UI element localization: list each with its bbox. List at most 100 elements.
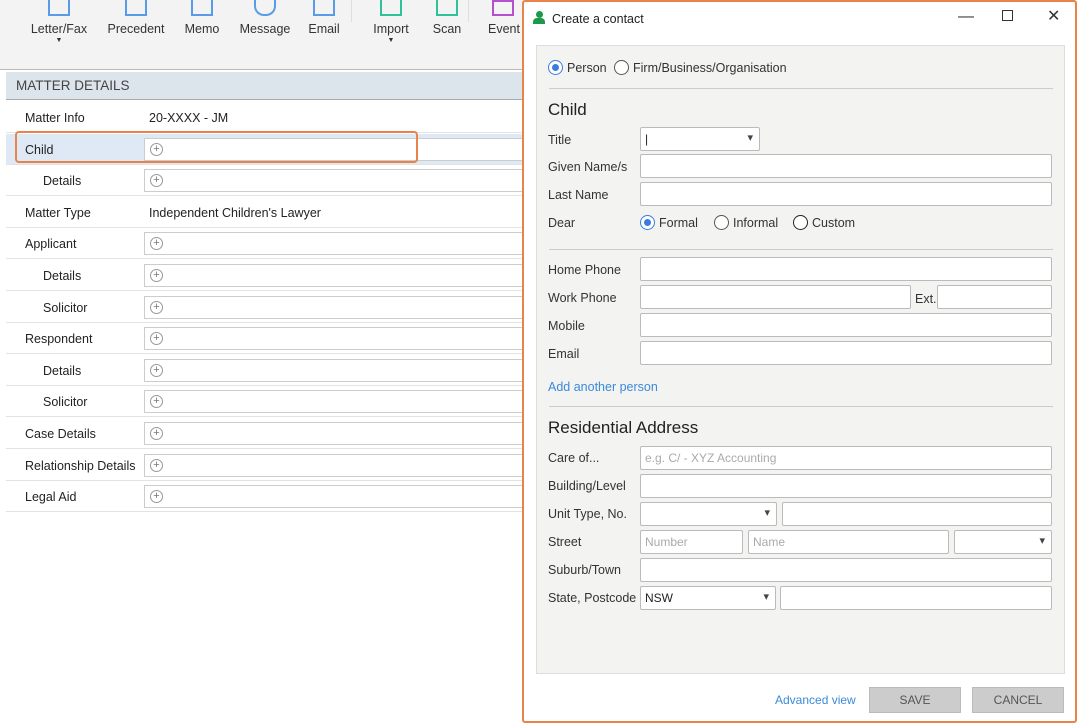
given-name-input[interactable] — [640, 154, 1052, 178]
matter-row[interactable]: Matter Type Independent Children's Lawyer — [6, 197, 530, 228]
row-label: Details — [43, 269, 82, 283]
suburb-input[interactable] — [640, 558, 1052, 582]
row-add-field[interactable]: + — [144, 390, 534, 414]
street-number-input[interactable]: Number — [640, 530, 743, 554]
matter-row[interactable]: Details + — [6, 260, 534, 291]
row-label: Details — [43, 363, 82, 378]
email-input[interactable] — [640, 341, 1052, 365]
building-input[interactable] — [640, 474, 1052, 498]
street-label: Street — [548, 535, 582, 549]
state-select[interactable]: NSW — [640, 586, 776, 610]
street-type-select[interactable] — [954, 530, 1052, 554]
dear-label: Dear — [548, 216, 576, 230]
last-name-label: Last Name — [548, 188, 609, 202]
scan-button[interactable]: Scan — [430, 0, 464, 36]
matter-row[interactable]: Respondent + — [6, 323, 534, 355]
given-name-label: Given Name/s — [548, 160, 628, 174]
street-name-input[interactable]: Name — [748, 530, 949, 554]
postcode-input[interactable] — [780, 586, 1052, 610]
unit-number-input[interactable] — [782, 502, 1052, 526]
ext-label: Ext. — [915, 292, 937, 306]
radio-icon — [614, 60, 629, 75]
dear-informal-radio[interactable]: Informal — [714, 215, 778, 230]
email-label: Email — [548, 347, 580, 361]
ext-input[interactable] — [937, 285, 1052, 309]
matter-row[interactable]: Solicitor + — [6, 292, 534, 323]
home-phone-input[interactable] — [640, 257, 1052, 281]
row-label: Matter Type — [25, 205, 91, 220]
plus-circle-icon: + — [150, 237, 163, 251]
row-add-field[interactable]: + — [144, 485, 534, 509]
row-add-field[interactable]: + — [144, 422, 534, 445]
plus-circle-icon: + — [150, 395, 163, 409]
save-button[interactable]: SAVE — [869, 687, 961, 713]
import-icon — [380, 0, 402, 16]
precedent-icon — [125, 0, 147, 16]
plus-circle-icon: + — [150, 269, 163, 282]
dropdown-arrow-icon: ▼ — [55, 37, 63, 44]
matter-row[interactable]: Details + — [6, 165, 534, 197]
row-add-field[interactable]: + — [144, 264, 534, 287]
row-add-field[interactable]: + — [144, 169, 534, 193]
row-label: Matter Info — [25, 111, 85, 125]
matter-row[interactable]: Details + — [6, 355, 534, 386]
message-button[interactable]: Message — [238, 0, 292, 36]
letter-fax-button[interactable]: Letter/Fax ▼ — [30, 0, 88, 44]
row-label: Respondent — [25, 332, 93, 347]
cancel-button[interactable]: CANCEL — [972, 687, 1064, 713]
title-select[interactable]: | — [640, 127, 760, 151]
plus-circle-icon: + — [150, 363, 163, 377]
row-label: Legal Aid — [25, 490, 77, 505]
care-of-input[interactable]: e.g. C/ - XYZ Accounting — [640, 446, 1052, 470]
close-button[interactable]: ✕ — [1047, 6, 1060, 26]
dialog-title: Create a contact — [552, 12, 644, 26]
person-radio[interactable]: Person — [548, 60, 607, 75]
minimize-button[interactable]: — — [958, 8, 974, 26]
email-button[interactable]: Email — [304, 0, 344, 36]
memo-icon — [191, 0, 213, 16]
matter-row[interactable]: Legal Aid + — [6, 481, 534, 513]
row-add-field[interactable]: + — [144, 453, 534, 477]
plus-circle-icon: + — [150, 427, 163, 440]
row-add-field[interactable]: + — [144, 295, 534, 319]
dear-formal-radio[interactable]: Formal — [640, 215, 698, 230]
title-label: Title — [548, 133, 572, 147]
import-button[interactable]: Import ▼ — [368, 0, 414, 44]
matter-details-header: MATTER DETAILS — [6, 72, 530, 100]
mobile-label: Mobile — [548, 319, 585, 333]
letter-icon — [48, 0, 70, 16]
matter-row[interactable]: Relationship Details + — [6, 450, 534, 481]
matter-row[interactable]: Matter Info 20-XXXX - JM — [6, 102, 530, 133]
divider — [549, 249, 1053, 250]
mobile-input[interactable] — [640, 313, 1052, 337]
add-another-person-link[interactable]: Add another person — [548, 380, 658, 394]
memo-button[interactable]: Memo — [180, 0, 224, 36]
maximize-button[interactable] — [1002, 10, 1013, 21]
row-add-field[interactable]: + — [144, 327, 534, 351]
precedent-button[interactable]: Precedent — [106, 0, 166, 36]
unit-type-select[interactable] — [640, 502, 777, 526]
message-icon — [254, 0, 276, 16]
divider — [549, 88, 1053, 89]
state-label: State, Postcode — [548, 591, 637, 605]
plus-circle-icon: + — [150, 174, 163, 188]
row-add-field[interactable]: + — [144, 358, 534, 382]
last-name-input[interactable] — [640, 182, 1052, 206]
matter-row[interactable]: Solicitor + — [6, 386, 534, 418]
row-label: Details — [43, 174, 82, 189]
row-add-field[interactable]: + — [144, 232, 534, 256]
work-phone-input[interactable] — [640, 285, 911, 309]
toolbar: Letter/Fax ▼ Precedent Memo Message Email… — [0, 0, 530, 70]
matter-row[interactable]: Case Details + — [6, 418, 534, 449]
calendar-icon — [492, 0, 514, 16]
create-contact-dialog: Create a contact — ✕ Person Firm/Busines… — [522, 0, 1077, 723]
email-icon — [313, 0, 335, 16]
dear-custom-radio[interactable]: Custom — [793, 215, 855, 230]
plus-circle-icon: + — [150, 490, 163, 504]
matter-row[interactable]: Applicant + — [6, 228, 534, 260]
plus-circle-icon: + — [150, 332, 163, 346]
row-label: Case Details — [25, 427, 96, 441]
firm-radio[interactable]: Firm/Business/Organisation — [614, 60, 787, 75]
suburb-label: Suburb/Town — [548, 563, 621, 577]
advanced-view-link[interactable]: Advanced view — [775, 693, 856, 707]
